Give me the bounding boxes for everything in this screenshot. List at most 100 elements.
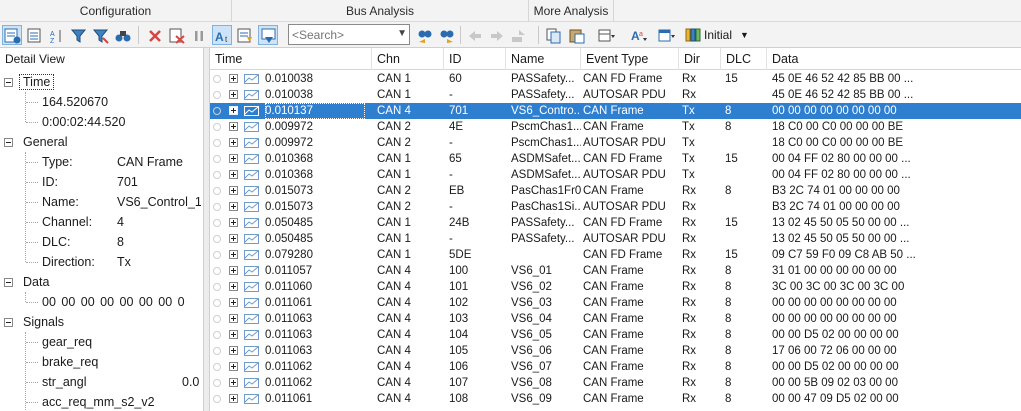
column-header-id[interactable]: ID [444,48,506,70]
paste-icon[interactable] [566,25,586,45]
table-row[interactable]: 0.010368 CAN 1 - ASDMSafet... AUTOSAR PDU Tx 0… [210,167,1021,183]
search-field[interactable]: ▼ [288,24,410,45]
table-row[interactable]: 0.079280 CAN 1 5DE CAN FD Frame Rx 15 09 C7 59… [210,247,1021,263]
window-icon[interactable] [656,25,676,45]
cell-id: - [449,201,453,213]
expand-row-icon[interactable] [229,378,238,387]
column-header-dlc[interactable]: DLC [721,48,767,70]
collapse-signals-icon[interactable] [4,318,13,327]
table-row[interactable]: 0.015073 CAN 2 EB PasChas1Fr02 CAN Frame Rx 8 B… [210,183,1021,199]
find-next-icon[interactable] [436,25,456,45]
cell-time: 0.011062 [265,361,313,373]
table-row[interactable]: 0.011062 CAN 4 106 VS6_07 CAN Frame Rx 8 00 00 … [210,359,1021,375]
expand-row-icon[interactable] [229,346,238,355]
layout-icon[interactable] [596,25,616,45]
cell-event: CAN Frame [583,265,644,277]
forward-arrow-icon[interactable] [486,25,506,45]
expand-row-icon[interactable] [229,202,238,211]
table-row[interactable]: 0.011061 CAN 4 102 VS6_03 CAN Frame Rx 8 00 00 … [210,295,1021,311]
ribbon-tab-configuration[interactable]: Configuration [0,0,232,22]
tree-node-general[interactable]: General [23,132,67,152]
expand-row-icon[interactable] [229,186,238,195]
ribbon-tab-bus-analysis[interactable]: Bus Analysis [232,0,529,22]
copy-icon[interactable] [543,25,563,45]
table-row[interactable]: 0.050485 CAN 1 24B PASSafety... CAN FD Frame… [210,215,1021,231]
trace-settings-icon[interactable] [2,25,22,45]
table-row[interactable]: 0.009972 CAN 2 - PscmChas1... AUTOSAR PDU Tx 1… [210,135,1021,151]
pause-icon[interactable] [188,25,208,45]
chevron-down-icon[interactable]: ▼ [740,25,749,45]
expand-row-icon[interactable] [229,330,238,339]
table-row[interactable]: 0.010038 CAN 1 - PASSafety... AUTOSAR PDU Rx 4… [210,87,1021,103]
expand-row-icon[interactable] [229,394,238,403]
scroll-mode-icon[interactable] [234,25,254,45]
cell-name: VS6_02 [511,281,552,293]
expand-row-icon[interactable] [229,250,238,259]
chevron-down-icon[interactable]: ▼ [397,28,407,39]
filter-list-icon[interactable] [24,25,44,45]
table-row[interactable]: 0.015073 CAN 2 - PasChas1Si... AUTOSAR PDU Rx… [210,199,1021,215]
tree-node-time[interactable]: Time [19,72,55,92]
expand-row-icon[interactable] [229,90,238,99]
expand-row-icon[interactable] [229,282,238,291]
signal-acc-req[interactable]: acc_req_mm_s2_v2 [42,392,155,411]
signal-brake-req[interactable]: brake_req [42,352,98,372]
row-marker-icon [213,91,221,99]
row-marker-icon [213,347,221,355]
table-row[interactable]: 0.011061 CAN 4 108 VS6_09 CAN Frame Rx 8 00 00 … [210,391,1021,407]
time-mode-icon[interactable]: At [212,25,232,45]
font-icon[interactable]: Aa [628,25,648,45]
filter-funnel-icon[interactable] [68,25,88,45]
clear-list-icon[interactable] [166,25,186,45]
column-header-chn[interactable]: Chn [372,48,444,70]
expand-row-icon[interactable] [229,138,238,147]
clear-icon[interactable] [144,25,164,45]
search-input[interactable] [289,25,389,44]
column-header-event-type[interactable]: Event Type [581,48,679,70]
table-row[interactable]: 0.011057 CAN 4 100 VS6_01 CAN Frame Rx 8 31 01 … [210,263,1021,279]
cell-chn: CAN 4 [377,393,411,405]
table-row[interactable]: 0.010038 CAN 1 60 PASSafety... CAN FD Frame R… [210,71,1021,87]
table-row[interactable]: 0.010368 CAN 1 65 ASDMSafet... CAN FD Frame T… [210,151,1021,167]
table-row[interactable]: 0.050485 CAN 1 - PASSafety... AUTOSAR PDU Rx 1… [210,231,1021,247]
table-row[interactable]: 0.009972 CAN 2 4E PscmChas1... CAN Frame Tx 8 1… [210,119,1021,135]
table-row[interactable]: 0.011063 CAN 4 103 VS6_04 CAN Frame Rx 8 00 00 … [210,311,1021,327]
expand-row-icon[interactable] [229,218,238,227]
column-header-name[interactable]: Name [506,48,581,70]
find-previous-icon[interactable] [414,25,434,45]
signal-str-angl[interactable]: str_angl [42,372,86,392]
filter-clear-icon[interactable] [90,25,110,45]
back-arrow-icon[interactable] [464,25,484,45]
expand-row-icon[interactable] [229,266,238,275]
step-icon[interactable] [508,25,528,45]
collapse-time-icon[interactable] [4,78,13,87]
column-header-data[interactable]: Data [767,48,1021,70]
table-row[interactable]: 0.011063 CAN 4 104 VS6_05 CAN Frame Rx 8 00 00 … [210,327,1021,343]
expand-row-icon[interactable] [229,170,238,179]
expand-row-icon[interactable] [229,154,238,163]
expand-row-icon[interactable] [229,362,238,371]
tree-node-data[interactable]: Data [23,272,49,292]
sort-icon[interactable]: AZ [46,25,66,45]
column-header-dir[interactable]: Dir [679,48,721,70]
table-row[interactable]: 0.010137 CAN 4 701 VS6_Contro... CAN Frame Tx… [210,103,1021,119]
signal-gear-req[interactable]: gear_req [42,332,92,352]
expand-row-icon[interactable] [229,122,238,131]
expand-row-icon[interactable] [229,234,238,243]
collapse-data-icon[interactable] [4,278,13,287]
expand-row-icon[interactable] [229,314,238,323]
expand-row-icon[interactable] [229,74,238,83]
autoscroll-icon[interactable] [258,25,278,45]
ribbon-tab-more-analysis[interactable]: More Analysis [529,0,614,22]
find-binoculars-icon[interactable] [112,25,132,45]
collapse-general-icon[interactable] [4,138,13,147]
expand-row-icon[interactable] [229,106,238,115]
table-row[interactable]: 0.011063 CAN 4 105 VS6_06 CAN Frame Rx 8 17 06 … [210,343,1021,359]
table-row[interactable]: 0.011060 CAN 4 101 VS6_02 CAN Frame Rx 8 3C 00 … [210,279,1021,295]
tree-node-signals[interactable]: Signals [23,312,64,332]
column-header-time[interactable]: Time [210,48,372,70]
expand-row-icon[interactable] [229,298,238,307]
cell-id: - [449,137,453,149]
panel-splitter[interactable] [203,48,210,411]
table-row[interactable]: 0.011062 CAN 4 107 VS6_08 CAN Frame Rx 8 00 00 … [210,375,1021,391]
